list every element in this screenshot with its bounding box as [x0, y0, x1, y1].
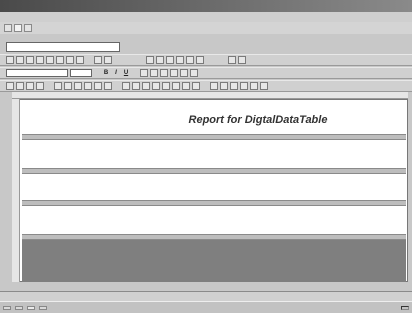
toolbar-button[interactable]	[260, 82, 268, 90]
toolbar-button[interactable]	[94, 82, 102, 90]
border-icon[interactable]	[190, 69, 198, 77]
toolbar-button[interactable]	[238, 56, 246, 64]
toolbar-button[interactable]	[186, 56, 194, 64]
taskbar	[0, 301, 412, 313]
vertical-ruler	[12, 99, 20, 282]
toolbar-button[interactable]	[132, 82, 140, 90]
toolbar-button[interactable]	[230, 82, 238, 90]
toolbar-button[interactable]	[36, 56, 44, 64]
tab[interactable]	[4, 24, 12, 32]
underline-button[interactable]: U	[122, 70, 130, 76]
toolbar-button[interactable]	[210, 82, 218, 90]
toolbar-button[interactable]	[166, 56, 174, 64]
footer-band-area	[22, 240, 406, 282]
taskbar-item[interactable]	[15, 305, 23, 310]
status-bar	[0, 291, 412, 301]
toolbar-button[interactable]	[26, 82, 34, 90]
toolbar-button[interactable]	[36, 82, 44, 90]
toolbar-button[interactable]	[104, 56, 112, 64]
tab[interactable]	[24, 24, 32, 32]
band-header[interactable]	[22, 134, 406, 140]
font-size-select[interactable]	[70, 69, 92, 77]
fill-color-icon[interactable]	[180, 69, 188, 77]
title-bar	[0, 0, 412, 12]
toolbar-button[interactable]	[220, 82, 228, 90]
taskbar-item-active[interactable]	[27, 305, 35, 310]
band-header[interactable]	[22, 200, 406, 206]
toolbar-button[interactable]	[26, 56, 34, 64]
tab-strip	[0, 22, 412, 34]
toolbar-button[interactable]	[6, 82, 14, 90]
toolbar-button[interactable]	[156, 56, 164, 64]
align-center-icon[interactable]	[150, 69, 158, 77]
toolbar-button[interactable]	[196, 56, 204, 64]
toolbar-layout	[0, 80, 412, 92]
toolbar-standard	[0, 54, 412, 66]
system-tray	[401, 305, 409, 310]
font-name-select[interactable]	[6, 69, 68, 77]
toolbar-button[interactable]	[94, 56, 102, 64]
toolbar-button[interactable]	[76, 56, 84, 64]
toolbar-button[interactable]	[54, 82, 62, 90]
toolbar-button[interactable]	[56, 56, 64, 64]
toolbar-button[interactable]	[240, 82, 248, 90]
italic-button[interactable]: I	[112, 70, 120, 76]
toolbar-button[interactable]	[66, 56, 74, 64]
toolbar-button[interactable]	[74, 82, 82, 90]
toolbar-button[interactable]	[6, 56, 14, 64]
toolbar-button[interactable]	[250, 82, 258, 90]
bold-button[interactable]: B	[102, 70, 110, 76]
tab-active[interactable]	[14, 24, 22, 32]
toolbar-button[interactable]	[182, 82, 190, 90]
toolbar-button[interactable]	[122, 82, 130, 90]
toolbar-formatting: B I U	[0, 67, 412, 79]
align-left-icon[interactable]	[140, 69, 148, 77]
toolbar-button[interactable]	[46, 56, 54, 64]
toolbar-button[interactable]	[176, 56, 184, 64]
toolbar-button[interactable]	[16, 82, 24, 90]
font-color-icon[interactable]	[170, 69, 178, 77]
toolbar-button[interactable]	[64, 82, 72, 90]
start-button[interactable]	[3, 305, 11, 310]
toolbar-button[interactable]	[152, 82, 160, 90]
name-box-input[interactable]	[6, 42, 120, 52]
toolbar-button[interactable]	[104, 82, 112, 90]
horizontal-ruler	[12, 92, 408, 99]
toolbar-button[interactable]	[142, 82, 150, 90]
toolbar-button[interactable]	[146, 56, 154, 64]
toolbar-button[interactable]	[172, 82, 180, 90]
toolbar-button[interactable]	[228, 56, 236, 64]
toolbar-button[interactable]	[192, 82, 200, 90]
toolbar-button[interactable]	[162, 82, 170, 90]
report-title[interactable]: Report for DigtalDataTable	[118, 114, 398, 126]
taskbar-item[interactable]	[39, 305, 47, 310]
align-right-icon[interactable]	[160, 69, 168, 77]
toolbar-button[interactable]	[84, 82, 92, 90]
menu-bar	[0, 12, 412, 22]
toolbar-button[interactable]	[16, 56, 24, 64]
band-header[interactable]	[22, 168, 406, 174]
